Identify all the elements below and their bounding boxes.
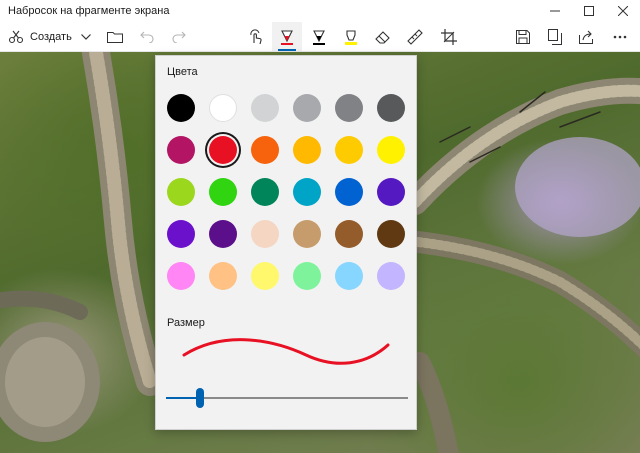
touch-writing-icon	[250, 28, 262, 44]
create-button[interactable]: Создать	[4, 22, 74, 51]
color-swatch[interactable]	[167, 178, 195, 206]
more-button[interactable]	[605, 22, 635, 51]
chevron-down-icon	[81, 33, 91, 40]
color-swatch[interactable]	[293, 220, 321, 248]
colors-heading: Цвета	[167, 66, 198, 78]
eraser-icon	[375, 30, 390, 44]
pencil-button[interactable]	[304, 22, 334, 51]
folder-icon	[107, 31, 123, 43]
color-swatch[interactable]	[167, 220, 195, 248]
color-swatch[interactable]	[293, 136, 321, 164]
size-slider-thumb[interactable]	[196, 388, 204, 408]
create-label: Создать	[30, 30, 72, 43]
pen-settings-flyout: Цвета Размер	[155, 55, 417, 430]
color-swatch[interactable]	[293, 262, 321, 290]
ballpoint-pen-button[interactable]	[272, 22, 302, 51]
color-swatch[interactable]	[335, 220, 363, 248]
share-button[interactable]	[573, 22, 601, 51]
highlighter-button[interactable]	[336, 22, 366, 51]
save-icon	[516, 29, 530, 44]
minimize-button[interactable]	[538, 0, 572, 22]
close-button[interactable]	[606, 0, 640, 22]
stroke-preview	[182, 338, 390, 365]
color-swatch[interactable]	[377, 136, 405, 164]
minimize-icon	[550, 10, 560, 12]
ruler-button[interactable]	[400, 22, 430, 51]
undo-icon	[140, 31, 154, 43]
crop-button[interactable]	[434, 22, 464, 51]
color-swatch[interactable]	[167, 262, 195, 290]
copy-icon	[548, 28, 562, 45]
color-swatch[interactable]	[251, 136, 279, 164]
snip-scissors-icon	[8, 30, 24, 43]
color-swatch[interactable]	[293, 178, 321, 206]
pencil-icon	[313, 29, 325, 45]
share-icon	[579, 30, 593, 44]
color-swatch[interactable]	[377, 220, 405, 248]
color-swatch[interactable]	[209, 94, 237, 122]
title-bar: Набросок на фрагменте экрана	[0, 0, 640, 22]
app-title: Набросок на фрагменте экрана	[8, 5, 170, 17]
ruler-icon	[407, 28, 423, 45]
color-swatch[interactable]	[251, 262, 279, 290]
color-swatch[interactable]	[209, 262, 237, 290]
color-swatch[interactable]	[209, 220, 237, 248]
crop-icon	[441, 28, 457, 45]
maximize-icon	[584, 6, 594, 16]
color-swatch[interactable]	[335, 94, 363, 122]
color-swatch[interactable]	[251, 94, 279, 122]
open-file-button[interactable]	[102, 22, 128, 51]
redo-icon	[172, 31, 186, 43]
color-swatch[interactable]	[377, 94, 405, 122]
color-swatch[interactable]	[293, 94, 321, 122]
more-icon	[613, 35, 627, 38]
size-slider[interactable]	[166, 386, 408, 410]
color-swatch[interactable]	[167, 94, 195, 122]
color-swatch[interactable]	[209, 178, 237, 206]
color-swatch[interactable]	[167, 136, 195, 164]
redo-button[interactable]	[166, 22, 192, 51]
eraser-button[interactable]	[368, 22, 398, 51]
create-dropdown-button[interactable]	[74, 22, 98, 51]
touch-writing-button[interactable]	[242, 22, 270, 51]
save-button[interactable]	[509, 22, 537, 51]
color-swatch[interactable]	[335, 262, 363, 290]
maximize-button[interactable]	[572, 0, 606, 22]
undo-button[interactable]	[134, 22, 160, 51]
color-swatch[interactable]	[377, 178, 405, 206]
color-swatch[interactable]	[335, 136, 363, 164]
toolbar: Создать	[0, 22, 640, 52]
ballpoint-pen-icon	[281, 29, 293, 45]
close-icon	[618, 6, 628, 16]
color-swatch[interactable]	[209, 136, 237, 164]
size-heading: Размер	[167, 317, 205, 329]
copy-button[interactable]	[541, 22, 569, 51]
highlighter-icon	[345, 29, 357, 45]
color-swatch[interactable]	[377, 262, 405, 290]
size-slider-fill	[166, 397, 200, 399]
color-swatch[interactable]	[251, 220, 279, 248]
color-swatch[interactable]	[335, 178, 363, 206]
color-swatch[interactable]	[251, 178, 279, 206]
